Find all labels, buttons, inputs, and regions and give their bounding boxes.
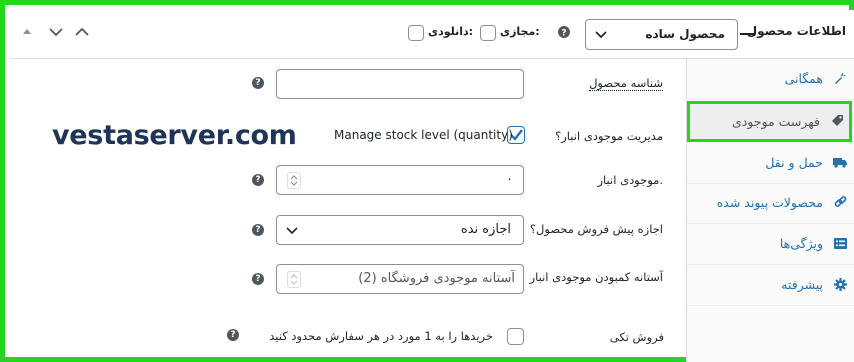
gear-icon	[834, 278, 847, 291]
panel-title: اطلاعات محصول	[746, 24, 846, 38]
low-stock-label: آستانه کمبودن موجودی انبار	[529, 270, 663, 284]
help-icon[interactable]: ?	[252, 174, 264, 186]
help-icon[interactable]: ?	[252, 273, 264, 285]
stock-quantity-value: ۰	[506, 172, 513, 187]
tab-advanced[interactable]: پیشرفته	[687, 265, 854, 306]
sold-individually-text: خریدها را به 1 مورد در هر سفارش محدود کن…	[269, 329, 493, 343]
tag-icon	[832, 115, 843, 126]
tab-attributes[interactable]: ویژگی‌ها	[687, 224, 854, 265]
low-stock-placeholder: آستانه موجودی فروشگاه (2)	[358, 271, 515, 286]
stepper-arrows-icon	[290, 175, 298, 186]
tab-label: فهرست موجودی	[731, 114, 820, 129]
virtual-label: مجازی:	[500, 25, 540, 38]
watermark: vestaserver.com	[52, 120, 297, 151]
backorders-select[interactable]: اجازه نده	[276, 215, 524, 245]
downloadable-label: دانلودی:	[428, 25, 474, 38]
sold-individually-checkbox[interactable]	[507, 328, 524, 345]
backorders-label: اجازه پیش فروش محصول؟	[529, 222, 663, 236]
tab-label: همگانی	[784, 71, 823, 86]
link-icon	[834, 196, 847, 207]
move-up-icon[interactable]	[75, 27, 89, 37]
tab-label: حمل و نقل	[765, 155, 823, 170]
panel-header: دانلودی: مجازی: ? محصول ساده اطلاعات محص…	[10, 10, 854, 59]
virtual-checkbox[interactable]	[480, 25, 496, 41]
manage-stock-label: مدیریت موجودی انبار؟	[555, 129, 663, 143]
wrench-icon	[835, 73, 846, 84]
svg-text:?: ?	[561, 29, 566, 39]
tab-shipping[interactable]: حمل و نقل	[687, 143, 854, 184]
tab-general[interactable]: همگانی	[687, 59, 854, 100]
quantity-stepper[interactable]	[287, 172, 301, 189]
stepper-arrows-icon	[290, 274, 298, 285]
tab-label: ویژگی‌ها	[779, 236, 823, 251]
product-tabs-sidebar: همگانی فهرست موجودی حمل و نقل محصولات پی…	[686, 59, 854, 362]
stock-quantity-input[interactable]: ۰	[276, 165, 524, 195]
product-data-panel: دانلودی: مجازی: ? محصول ساده اطلاعات محص…	[0, 0, 854, 362]
sold-individually-label: فروش تکی	[609, 330, 664, 344]
low-stock-input[interactable]: آستانه موجودی فروشگاه (2)	[276, 264, 524, 294]
move-down-icon[interactable]	[49, 27, 63, 37]
chevron-down-icon	[286, 227, 298, 235]
product-type-value: محصول ساده	[645, 27, 725, 41]
tab-label: محصولات پیوند شده	[716, 195, 823, 210]
sort-up-icon[interactable]	[22, 26, 32, 36]
product-type-select[interactable]: محصول ساده	[585, 19, 738, 50]
quantity-stepper[interactable]	[287, 271, 301, 288]
tab-label: پیشرفته	[781, 277, 823, 292]
help-icon[interactable]: ?	[252, 77, 264, 89]
tab-linked-products[interactable]: محصولات پیوند شده	[687, 183, 854, 224]
downloadable-checkbox[interactable]	[408, 25, 424, 41]
backorders-value: اجازه نده	[460, 222, 511, 237]
truck-icon	[833, 158, 847, 168]
list-icon	[834, 238, 847, 249]
help-icon[interactable]: ?	[252, 224, 264, 236]
help-icon[interactable]: ?	[227, 329, 239, 341]
tab-inventory[interactable]: فهرست موجودی	[687, 101, 852, 142]
help-icon[interactable]: ?	[558, 26, 570, 38]
stock-quantity-label: موجودی انبار.	[597, 173, 663, 187]
sku-input[interactable]	[276, 69, 524, 99]
sku-label: شناسه محصول	[589, 76, 663, 91]
manage-stock-text: Manage stock level (quantity)	[334, 128, 513, 142]
chevron-down-icon	[595, 31, 607, 39]
